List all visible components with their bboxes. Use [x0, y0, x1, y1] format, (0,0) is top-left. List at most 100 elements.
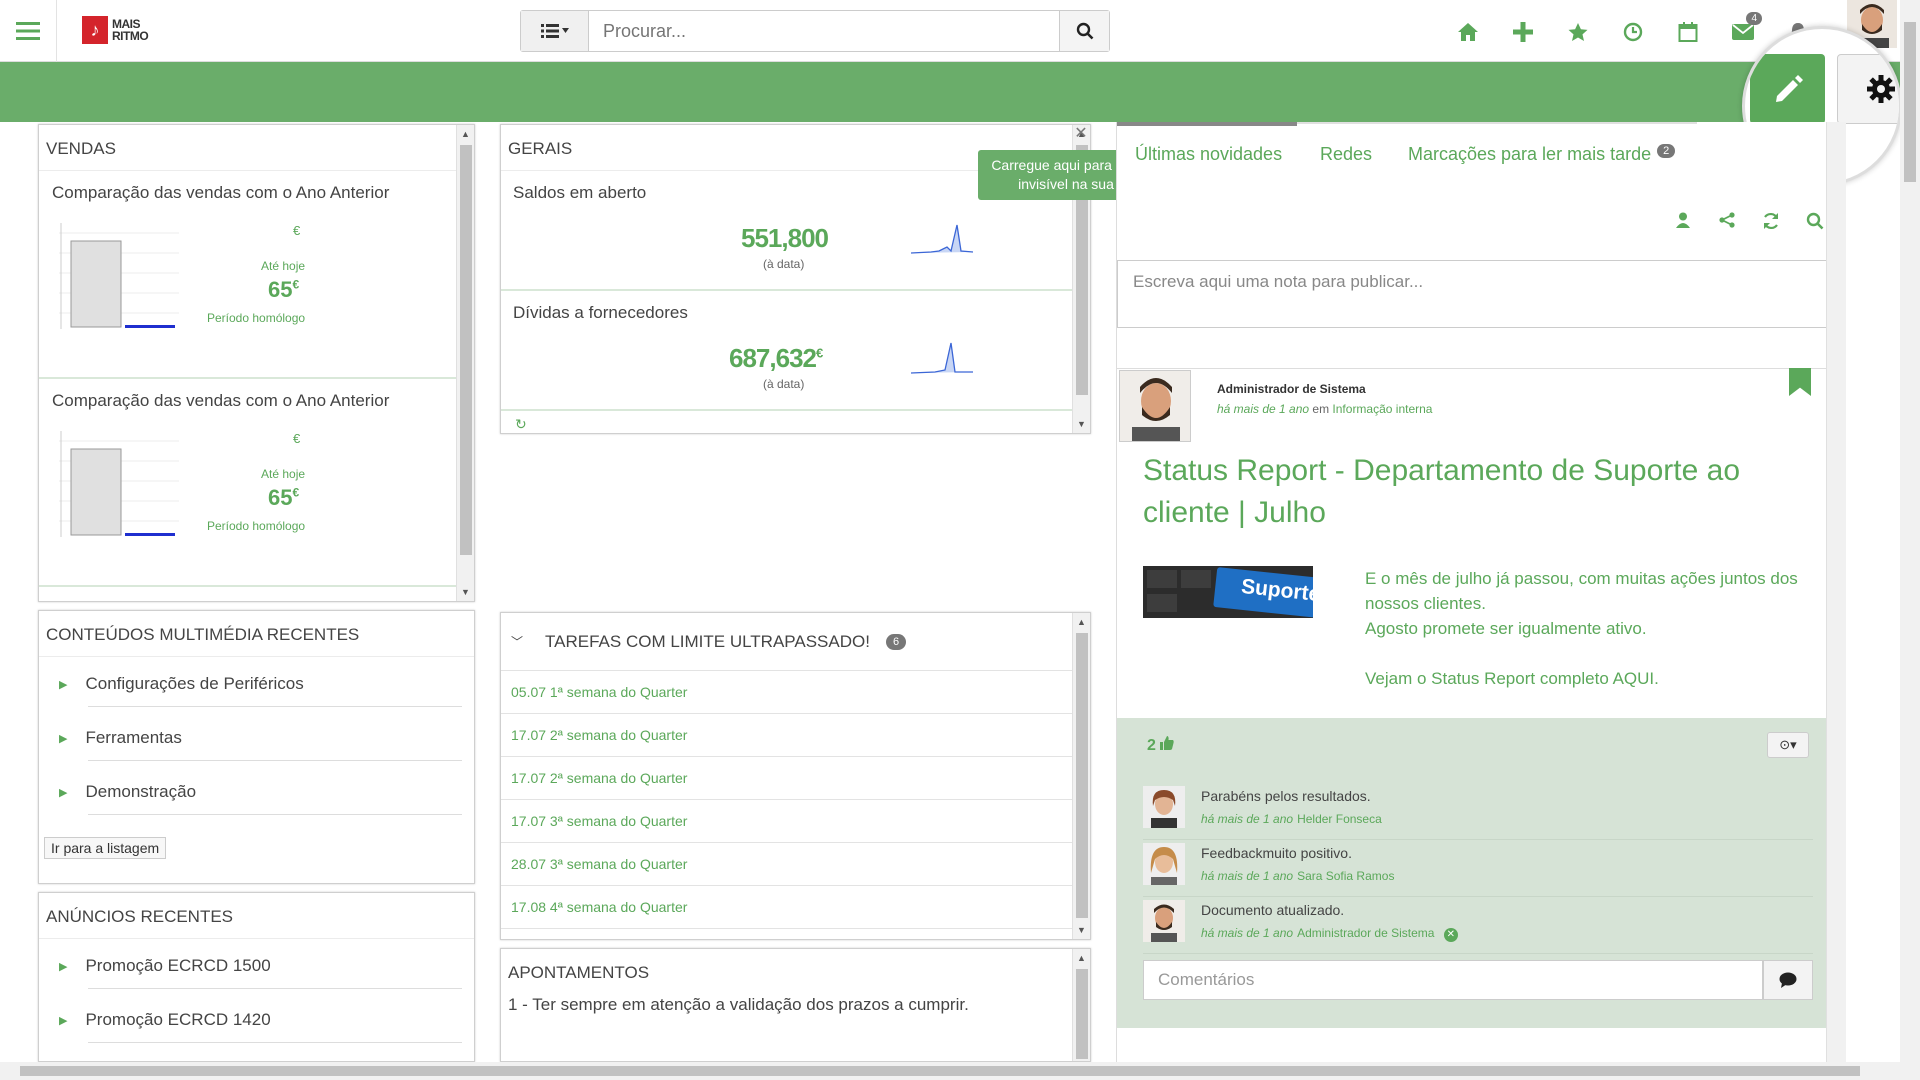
page-vertical-scrollbar[interactable] [1900, 0, 1920, 1062]
vendas-section-2: Comparação das vendas com o Ano Anterior… [39, 379, 474, 587]
post-body-line: Agosto promete ser igualmente ativo. [1365, 619, 1647, 638]
task-item[interactable]: 17.07 2ª semana do Quarter [501, 714, 1090, 757]
list-item[interactable]: ▶ Ferramentas [39, 711, 474, 765]
anuncios-panel: ANÚNCIOS RECENTES ▶ Promoção ECRCD 1500 ▶… [38, 892, 475, 1062]
list-item[interactable]: ▶ Demonstração [39, 765, 474, 819]
messages-button[interactable]: 4 [1715, 12, 1770, 50]
comment-meta: há mais de 1 ano Administrador de Sistema… [1201, 926, 1458, 942]
comment-input[interactable]: Comentários [1143, 960, 1763, 1000]
task-item[interactable]: 28.07 3ª semana do Quarter [501, 843, 1090, 886]
search-type-dropdown[interactable] [521, 11, 589, 51]
comment-time: há mais de 1 ano [1201, 869, 1294, 883]
vendas-value-currency: € [292, 485, 300, 500]
vendas-scrollbar[interactable]: ▲ ▼ [456, 125, 474, 601]
comment: Feedbackmuito positivo. há mais de 1 ano… [1143, 841, 1813, 897]
recent-button[interactable] [1605, 14, 1660, 50]
gear-icon [1867, 75, 1895, 103]
bullet-icon: ▶ [59, 786, 68, 799]
list-item[interactable]: ▶ Promoção ECRCD 1500 [39, 939, 474, 993]
comment-avatar[interactable] [1143, 843, 1185, 885]
list-item[interactable]: ▶ Configurações de Periféricos [39, 657, 474, 711]
comment-author[interactable]: Helder Fonseca [1297, 812, 1382, 826]
tab-redes[interactable]: Redes [1320, 144, 1372, 165]
post-body: E o mês de julho já passou, com muitas a… [1365, 566, 1835, 691]
chat-bubble-icon [1779, 972, 1797, 988]
comment-avatar[interactable] [1143, 786, 1185, 828]
close-icon[interactable]: ✕ [1072, 125, 1090, 143]
post-image[interactable]: Suporte [1143, 566, 1313, 618]
vendas-value: 65€ [268, 277, 299, 303]
bullet-icon: ▶ [59, 732, 68, 745]
feed-tabs: Últimas novidades Redes Marcações para l… [1117, 122, 1847, 172]
logo[interactable]: ♪ MAIS RITMO [82, 16, 149, 44]
go-to-listing-button[interactable]: Ir para a listagem [44, 837, 167, 859]
post-body-line[interactable]: Vejam o Status Report completo AQUI. [1365, 666, 1835, 691]
search-icon [1076, 22, 1093, 40]
comment-avatar[interactable] [1143, 900, 1185, 942]
apontamentos-scrollbar[interactable]: ▲ [1072, 949, 1090, 1061]
share-filter-button[interactable] [1705, 212, 1749, 235]
menu-button[interactable] [0, 0, 57, 62]
gerais-item-value: 687,632€ [729, 343, 823, 374]
comment-author[interactable]: Sara Sofia Ramos [1297, 869, 1394, 883]
mail-count-badge: 4 [1746, 12, 1762, 25]
current-year-bar [125, 533, 175, 536]
search-input[interactable] [589, 11, 1059, 51]
list-item-label: Promoção ECRCD 1420 [85, 1010, 271, 1029]
list-icon [540, 24, 569, 38]
add-button[interactable] [1495, 14, 1550, 50]
post-category[interactable]: Informação interna [1332, 402, 1432, 416]
favorites-button[interactable] [1550, 14, 1605, 50]
home-button[interactable] [1440, 14, 1495, 50]
tab-marcacoes[interactable]: Marcações para ler mais tarde 2 [1408, 144, 1676, 165]
settings-button[interactable] [1837, 54, 1899, 124]
tarefas-count-badge: 6 [885, 633, 907, 650]
previous-year-bar [70, 448, 122, 536]
post-title[interactable]: Status Report - Departamento de Suporte … [1143, 450, 1783, 534]
plus-icon [1512, 22, 1533, 42]
feed-scrollbar[interactable] [1826, 122, 1846, 1062]
bookmark-icon[interactable] [1789, 368, 1811, 396]
note-input[interactable]: Escreva aqui uma nota para publicar... [1117, 260, 1841, 328]
post-time: há mais de 1 ano [1217, 402, 1310, 416]
feed-post: Administrador de Sistema há mais de 1 an… [1117, 368, 1841, 1062]
tab-ultimas-novidades[interactable]: Últimas novidades [1135, 144, 1282, 165]
bullet-icon: ▶ [59, 678, 68, 691]
send-comment-button[interactable] [1763, 960, 1813, 1000]
list-item[interactable]: ▶ Promoção ECRCD 1420 [39, 993, 474, 1047]
task-item[interactable]: 17.07 2ª semana do Quarter [501, 757, 1090, 800]
gerais-item-sub: (à data) [763, 377, 805, 391]
search-button[interactable] [1059, 11, 1109, 51]
logo-line2: RITMO [112, 29, 149, 43]
refresh-button[interactable] [1749, 212, 1793, 235]
tab-marcacoes-label: Marcações para ler mais tarde [1408, 144, 1652, 164]
user-filter-button[interactable] [1661, 212, 1705, 235]
post-options-dropdown[interactable]: ⊙▾ [1767, 732, 1809, 758]
page-horizontal-scrollbar[interactable] [0, 1062, 1920, 1080]
tarefas-header[interactable]: ﹀ TAREFAS COM LIMITE ULTRAPASSADO! 6 [501, 613, 1090, 671]
post-author[interactable]: Administrador de Sistema [1217, 382, 1366, 396]
gerais-item-value-number: 687,632 [729, 343, 817, 373]
bullet-icon: ▶ [59, 960, 68, 973]
author-avatar[interactable] [1119, 370, 1191, 442]
comment-avatar-image [1143, 786, 1185, 828]
comment-time: há mais de 1 ano [1201, 812, 1294, 826]
like-button[interactable]: 2 [1147, 736, 1175, 755]
vendas-value-number: 65 [268, 277, 293, 302]
refresh-icon[interactable]: ↻ [515, 416, 527, 433]
edit-button[interactable] [1750, 54, 1825, 124]
vendas-value-currency: € [292, 277, 300, 292]
delete-comment-icon[interactable]: ✕ [1443, 928, 1458, 942]
gerais-item-2: Dívidas a fornecedores 687,632€ (à data) [501, 291, 1090, 411]
comment: Documento atualizado. há mais de 1 ano Ad… [1143, 898, 1813, 954]
comment-text: Feedbackmuito positivo. [1201, 845, 1352, 861]
task-item[interactable]: 17.08 4ª semana do Quarter [501, 886, 1090, 929]
comment-author[interactable]: Administrador de Sistema [1297, 926, 1434, 940]
task-item[interactable]: 17.07 3ª semana do Quarter [501, 800, 1090, 843]
task-item[interactable]: 05.07 1ª semana do Quarter [501, 671, 1090, 714]
calendar-button[interactable] [1660, 14, 1715, 50]
vendas-value: 65€ [268, 485, 299, 511]
list-item-label: Configurações de Periféricos [85, 674, 304, 693]
mail-icon [1731, 24, 1754, 40]
tarefas-scrollbar[interactable]: ▲ ▼ [1072, 613, 1090, 939]
